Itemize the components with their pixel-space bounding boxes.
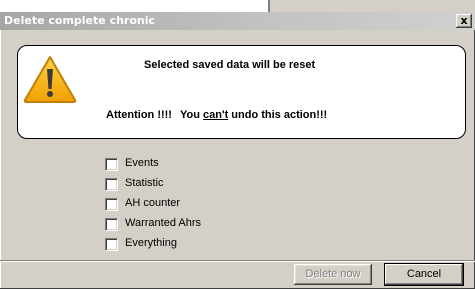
undo-warning: Attention !!!! You can't undo this action…	[106, 109, 327, 121]
button-separator	[0, 260, 475, 262]
close-button[interactable]: x	[456, 14, 472, 28]
warning-triangle-icon	[23, 56, 77, 103]
undo-emphasis: can't	[203, 109, 229, 121]
delete-now-button[interactable]: Delete now	[294, 264, 372, 285]
delete-chronic-dialog: Delete complete chronic x Selected saved…	[0, 12, 475, 289]
attention-label: Attention !!!!	[106, 109, 172, 121]
title-bar[interactable]: Delete complete chronic x	[0, 12, 475, 30]
background-divider	[268, 0, 270, 12]
background-panel	[0, 0, 268, 12]
window-title: Delete complete chronic	[4, 14, 156, 27]
undo-suffix: undo this action!!!	[228, 109, 328, 121]
statistic-checkbox[interactable]	[105, 178, 118, 191]
message-panel: Selected saved data will be reset Attent…	[17, 45, 466, 139]
warranted-ahrs-checkbox[interactable]	[105, 218, 118, 231]
events-label: Events	[125, 157, 159, 169]
close-icon: x	[460, 14, 468, 27]
ah-counter-label: AH counter	[125, 197, 181, 209]
background-window	[0, 0, 475, 12]
events-checkbox[interactable]	[105, 158, 118, 171]
ah-counter-checkbox[interactable]	[105, 198, 118, 211]
cancel-button[interactable]: Cancel	[385, 264, 463, 285]
warranted-ahrs-label: Warranted Ahrs	[125, 217, 202, 229]
statistic-label: Statistic	[125, 177, 164, 189]
everything-checkbox[interactable]	[105, 238, 118, 251]
undo-prefix: You	[179, 109, 203, 121]
everything-label: Everything	[125, 237, 177, 249]
reset-headline: Selected saved data will be reset	[144, 59, 316, 71]
